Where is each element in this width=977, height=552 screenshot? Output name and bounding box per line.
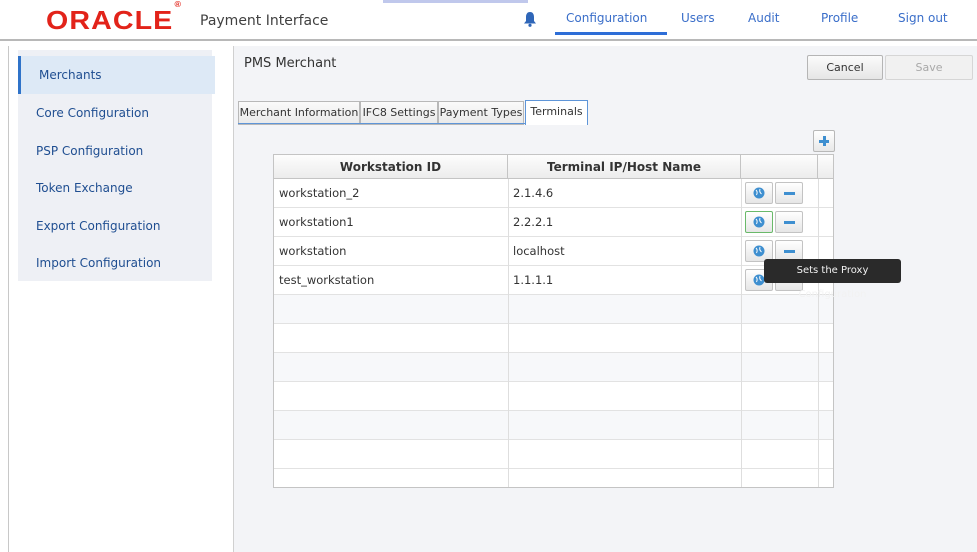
bell-icon[interactable]: [523, 11, 537, 27]
globe-icon: [753, 187, 765, 199]
sidebar-item-label: PSP Configuration: [36, 144, 144, 158]
sidebar-item-core-configuration[interactable]: Core Configuration: [18, 94, 212, 132]
save-button[interactable]: Save: [885, 55, 973, 80]
cancel-button[interactable]: Cancel: [807, 55, 883, 80]
tab-ifc8-settings[interactable]: IFC8 Settings: [360, 101, 438, 125]
tab-payment-types[interactable]: Payment Types: [438, 101, 524, 125]
column-header-scroll: [818, 155, 833, 179]
nav-profile[interactable]: Profile: [821, 11, 858, 25]
terminals-table: Workstation ID Terminal IP/Host Name wor…: [273, 154, 834, 488]
cell-workstation-id: workstation: [279, 244, 347, 258]
sidebar-item-label: Import Configuration: [36, 256, 162, 270]
empty-row: [274, 382, 833, 411]
sidebar-item-label: Export Configuration: [36, 219, 161, 233]
cell-workstation-id: workstation1: [279, 215, 354, 229]
empty-row: [274, 411, 833, 440]
column-divider: [508, 179, 509, 487]
globe-icon: [753, 245, 765, 257]
empty-row: [274, 353, 833, 382]
cell-terminal-host: 2.1.4.6: [513, 186, 554, 200]
header-accent: [383, 0, 528, 3]
column-header-workstation-id[interactable]: Workstation ID: [274, 155, 508, 179]
page-title: PMS Merchant: [244, 56, 337, 71]
cell-terminal-host: 1.1.1.1: [513, 273, 554, 287]
app-title: Payment Interface: [200, 13, 329, 29]
minus-icon: [784, 221, 795, 224]
empty-row: [274, 324, 833, 353]
logo-registered-mark: ®: [174, 0, 181, 10]
minus-icon: [784, 250, 795, 253]
cell-workstation-id: test_workstation: [279, 273, 375, 287]
nav-audit[interactable]: Audit: [748, 11, 779, 25]
cell-terminal-host: 2.2.2.1: [513, 215, 554, 229]
sidebar-item-export-configuration[interactable]: Export Configuration: [18, 207, 212, 245]
cell-workstation-id: workstation_2: [279, 186, 360, 200]
nav-configuration[interactable]: Configuration: [566, 11, 647, 25]
tab-merchant-information[interactable]: Merchant Information: [238, 101, 360, 125]
sidebar-item-label: Core Configuration: [36, 106, 149, 120]
logo-text: ORACLE: [46, 5, 174, 35]
column-header-actions: [741, 155, 818, 179]
sidebar-item-merchants[interactable]: Merchants: [18, 56, 215, 94]
sidebar-item-label: Merchants: [39, 68, 102, 82]
proxy-config-button[interactable]: [745, 182, 773, 204]
column-divider: [818, 179, 819, 487]
sidebar-item-label: Token Exchange: [36, 181, 133, 195]
remove-terminal-button[interactable]: [775, 182, 803, 204]
empty-row: [274, 440, 833, 469]
remove-terminal-button[interactable]: [775, 211, 803, 233]
nav-sign-out[interactable]: Sign out: [898, 11, 948, 25]
column-header-terminal-host[interactable]: Terminal IP/Host Name: [508, 155, 741, 179]
globe-icon: [753, 216, 765, 228]
sidebar-item-token-exchange[interactable]: Token Exchange: [18, 169, 212, 207]
nav-users[interactable]: Users: [681, 11, 715, 25]
minus-icon: [784, 192, 795, 195]
add-terminal-button[interactable]: [813, 130, 835, 152]
header-divider: [0, 39, 977, 41]
left-panel-border: [8, 46, 9, 552]
tab-terminals[interactable]: Terminals: [525, 100, 588, 125]
plus-icon-vertical: [822, 136, 826, 146]
sidebar-item-import-configuration[interactable]: Import Configuration: [18, 244, 212, 282]
cell-terminal-host: localhost: [513, 244, 565, 258]
proxy-config-tooltip: Sets the Proxy Configuration: [764, 259, 901, 300]
nav-active-indicator: [555, 32, 667, 35]
empty-row: [274, 295, 833, 324]
proxy-config-button[interactable]: [745, 211, 773, 233]
column-divider: [741, 179, 742, 487]
oracle-logo: ORACLE®: [46, 0, 181, 36]
sidebar-item-psp-configuration[interactable]: PSP Configuration: [18, 132, 212, 170]
